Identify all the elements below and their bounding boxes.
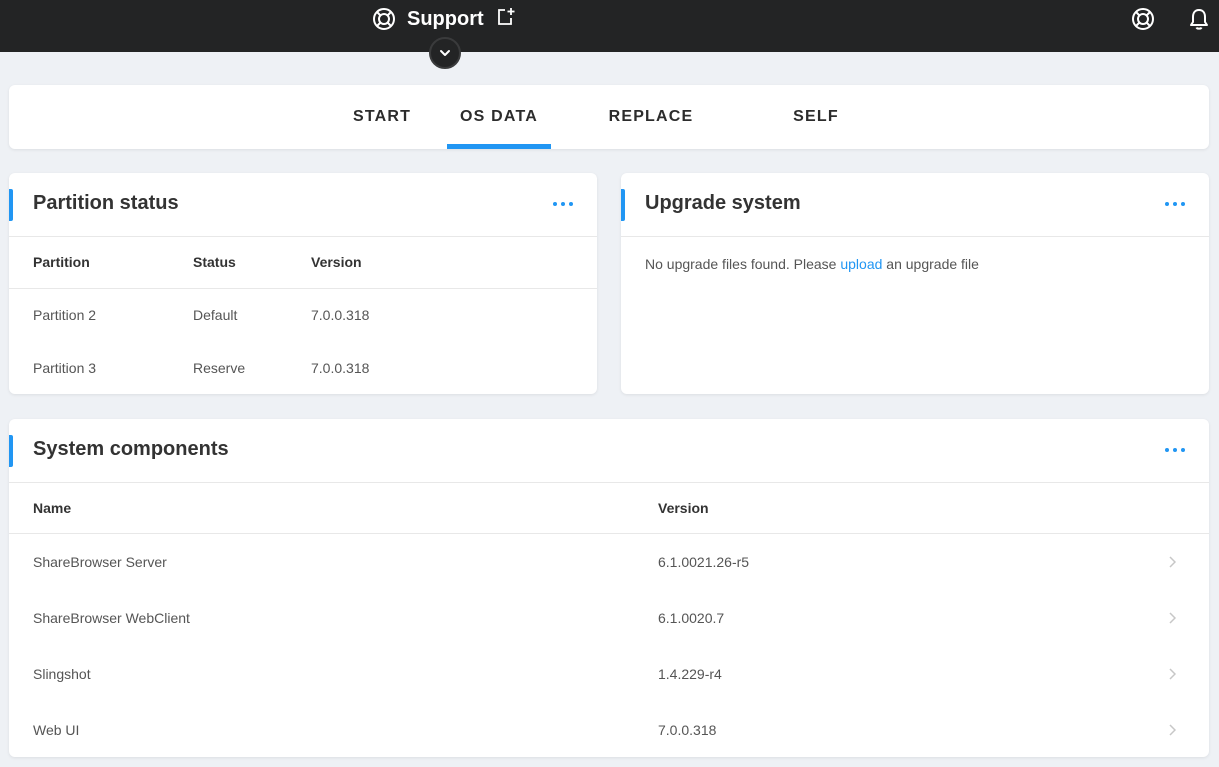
chevron-right-icon[interactable] bbox=[1168, 555, 1177, 573]
component-name: Web UI bbox=[33, 722, 80, 738]
chevron-down-icon bbox=[439, 44, 451, 62]
panel-title: System components bbox=[33, 438, 229, 460]
partition-status-panel: Partition status Partition Status Versio… bbox=[9, 173, 597, 394]
panel-header: System components bbox=[9, 419, 1209, 483]
panel-header: Partition status bbox=[9, 173, 597, 237]
column-header-partition: Partition bbox=[33, 254, 90, 270]
partition-version: 7.0.0.318 bbox=[311, 360, 370, 376]
new-window-icon[interactable] bbox=[496, 7, 516, 32]
app-title: Support bbox=[407, 7, 484, 30]
upload-link[interactable]: upload bbox=[840, 256, 882, 272]
partition-name: Partition 2 bbox=[33, 307, 97, 323]
system-components-panel: System components Name Version ShareBrow… bbox=[9, 419, 1209, 757]
panel-title: Upgrade system bbox=[645, 192, 801, 214]
component-name: ShareBrowser Server bbox=[33, 554, 167, 570]
bell-icon[interactable] bbox=[1188, 7, 1210, 36]
column-header-name: Name bbox=[33, 500, 72, 516]
component-name: Slingshot bbox=[33, 666, 91, 682]
chevron-right-icon[interactable] bbox=[1168, 723, 1177, 741]
tab-replace-disk[interactable]: REPLACE DISK bbox=[591, 85, 711, 189]
panel-accent-bar bbox=[621, 189, 625, 221]
column-header-version: Version bbox=[658, 500, 709, 516]
partition-name: Partition 3 bbox=[33, 360, 97, 376]
column-header-status: Status bbox=[193, 254, 236, 270]
upgrade-message-suffix: an upgrade file bbox=[882, 256, 979, 272]
chevron-right-icon[interactable] bbox=[1168, 611, 1177, 629]
tab-start[interactable]: START bbox=[353, 85, 410, 149]
divider bbox=[9, 533, 1209, 534]
component-name: ShareBrowser WebClient bbox=[33, 610, 190, 626]
more-options-icon[interactable] bbox=[1165, 197, 1185, 211]
panel-accent-bar bbox=[9, 189, 13, 221]
component-version: 1.4.229-r4 bbox=[658, 666, 722, 682]
tab-self-tests[interactable]: SELF TESTS bbox=[766, 85, 866, 189]
component-version: 6.1.0021.26-r5 bbox=[658, 554, 750, 570]
lifebuoy-icon bbox=[372, 7, 396, 31]
upgrade-system-panel: Upgrade system No upgrade files found. P… bbox=[621, 173, 1209, 394]
column-header-version: Version bbox=[311, 254, 362, 270]
more-options-icon[interactable] bbox=[553, 197, 573, 211]
panel-header: Upgrade system bbox=[621, 173, 1209, 237]
divider bbox=[9, 288, 597, 289]
upgrade-message: No upgrade files found. Please upload an… bbox=[645, 256, 979, 272]
app-title-group: Support bbox=[372, 6, 484, 32]
partition-status: Default bbox=[193, 307, 238, 323]
panel-accent-bar bbox=[9, 435, 13, 467]
partition-version: 7.0.0.318 bbox=[311, 307, 370, 323]
component-version: 6.1.0020.7 bbox=[658, 610, 725, 626]
tab-os-data[interactable]: OS DATA bbox=[447, 85, 551, 149]
component-version: 7.0.0.318 bbox=[658, 722, 717, 738]
upgrade-message-text: No upgrade files found. Please bbox=[645, 256, 841, 272]
partition-status: Reserve bbox=[193, 360, 246, 376]
support-lifebuoy-icon[interactable] bbox=[1131, 7, 1155, 36]
chevron-right-icon[interactable] bbox=[1168, 667, 1177, 685]
expand-header-button[interactable] bbox=[429, 37, 461, 69]
more-options-icon[interactable] bbox=[1165, 443, 1185, 457]
panel-title: Partition status bbox=[33, 192, 179, 214]
tab-bar: START OS DATA REPLACE DISK SELF TESTS bbox=[9, 85, 1209, 189]
top-bar: Support bbox=[0, 0, 1219, 52]
